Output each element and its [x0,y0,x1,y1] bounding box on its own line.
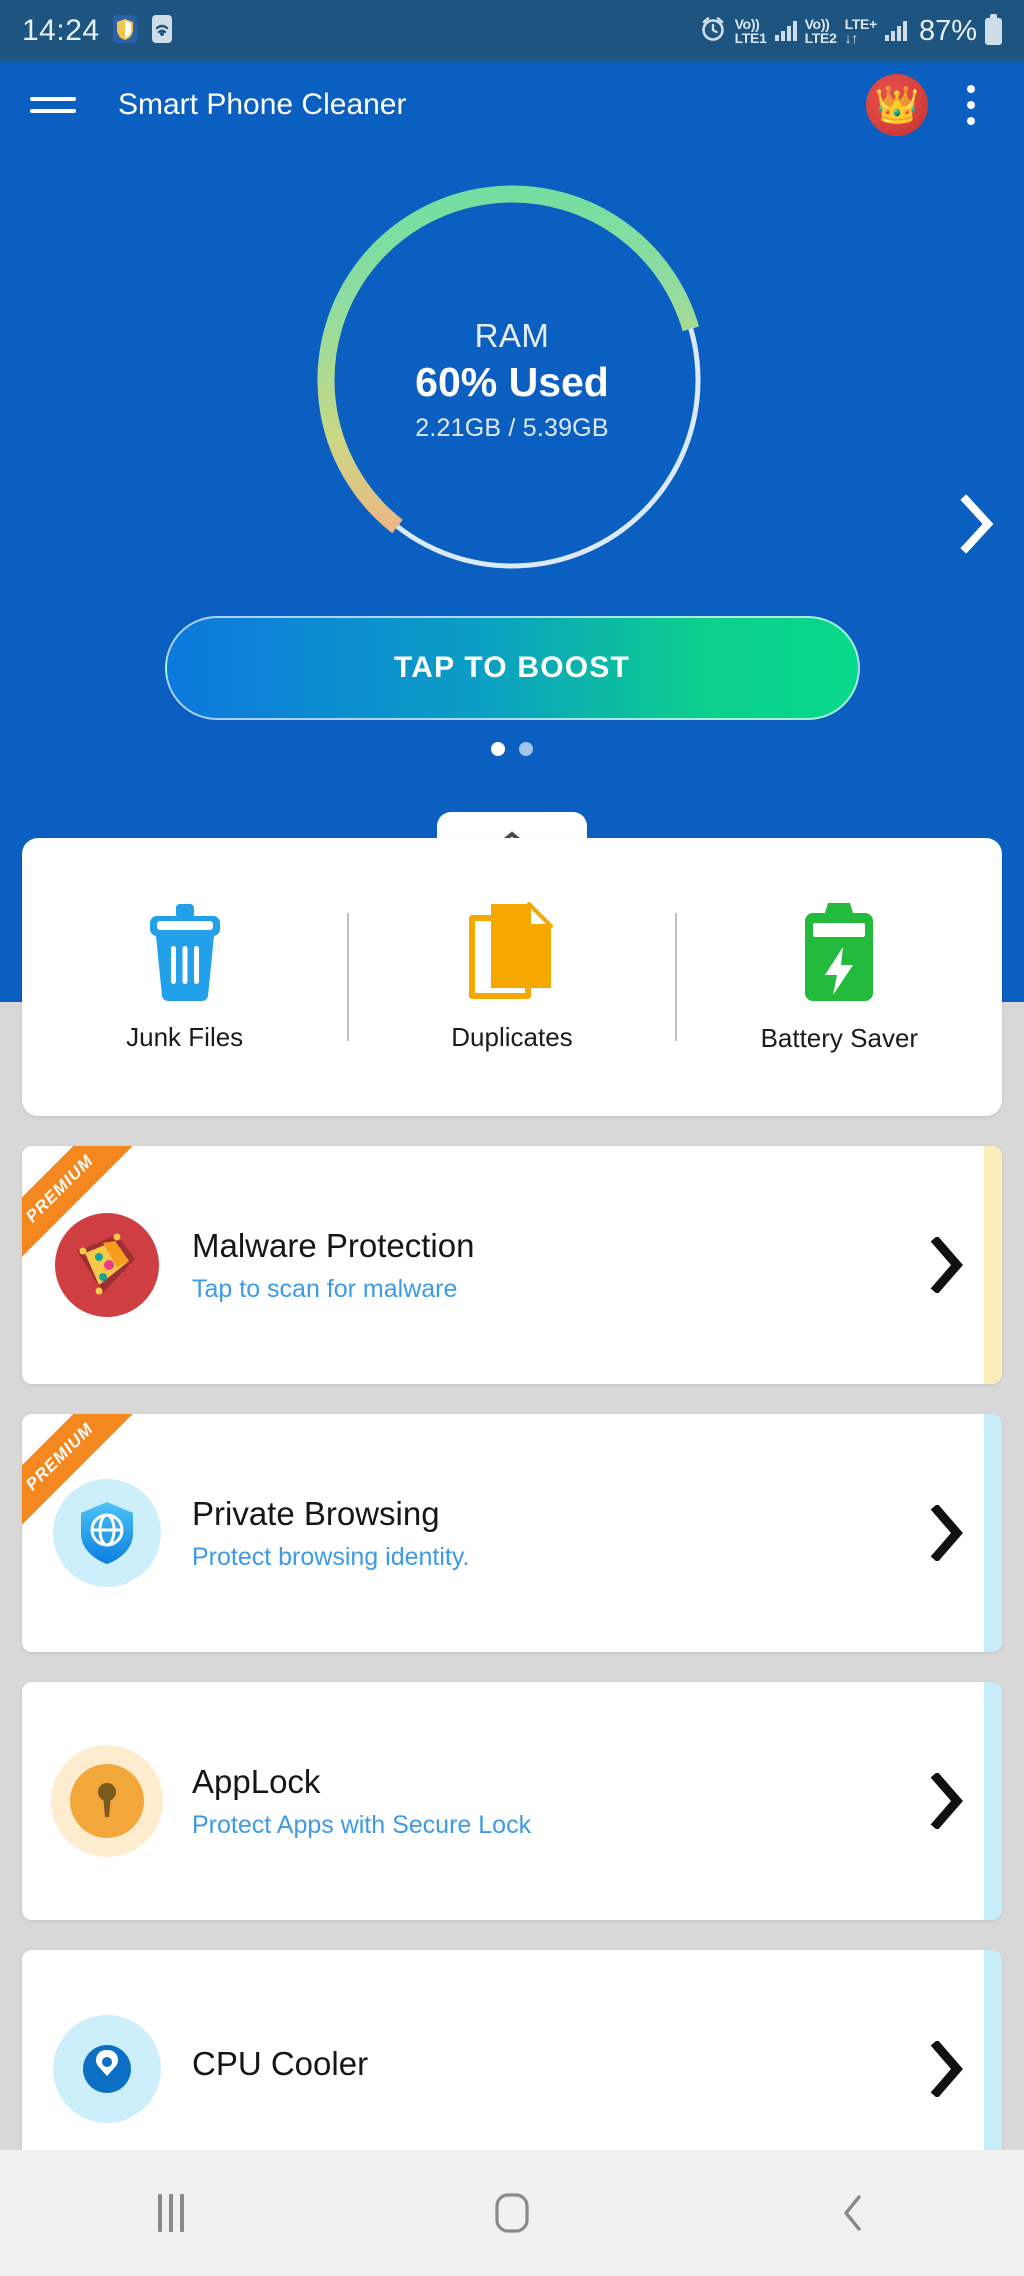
chevron-right-icon [930,1237,963,1293]
main-content: Junk Files Duplicates Battery Saver PREM… [0,838,1024,2188]
feature-subtitle: Protect Apps with Secure Lock [192,1810,532,1839]
status-bar-right: Vo)) LTE1 Vo)) LTE2 LTE+ ↓↑ 87% [699,13,1002,48]
shield-icon [112,14,138,49]
quick-tool-label: Battery Saver [760,1022,919,1053]
recents-icon [157,2194,184,2232]
card-accent-stripe [984,1146,1002,1384]
tap-to-boost-button[interactable]: TAP TO BOOST [164,616,860,720]
home-button[interactable] [452,2168,572,2258]
chevron-right-icon [930,1505,963,1561]
hero-next-page-button[interactable] [954,492,998,556]
battery-icon [985,13,1002,45]
chevron-right-icon [960,494,994,554]
feature-card-private-browsing[interactable]: PREMIUM Private Browsing Protect browsin… [22,1414,1002,1652]
feature-card-malware-protection[interactable]: PREMIUM Malware Protection Tap to scan f… [22,1146,1002,1384]
feature-title: Malware Protection [192,1226,475,1264]
quick-tool-battery-saver[interactable]: Battery Saver [677,901,1002,1054]
quick-tool-label: Junk Files [126,1021,244,1052]
battery-percent-label: 87% [918,14,977,47]
ram-gauge-readout: RAM 60% Used 2.21GB / 5.39GB [302,170,722,590]
recents-button[interactable] [111,2168,231,2258]
quick-tool-duplicates[interactable]: Duplicates [349,901,674,1053]
feature-icon-holder [22,2015,192,2123]
feature-text-block: CPU Cooler [192,2045,892,2093]
sim1-indicator: Vo)) LTE1 [735,17,767,45]
alarm-icon [699,15,727,48]
home-icon [495,2193,529,2233]
battery-bolt-icon [805,902,874,1001]
quick-tool-label: Duplicates [451,1021,573,1052]
sim2-signal-bars-icon [884,21,907,41]
overflow-menu-icon[interactable] [948,85,994,125]
app-bar: Smart Phone Cleaner 👑 [0,62,1024,148]
feature-subtitle: Protect browsing identity. [192,1542,470,1571]
hamburger-menu-icon[interactable] [30,97,76,113]
copy-files-icon [468,901,553,999]
card-accent-stripe [984,1682,1002,1920]
lte-plus-label: LTE+ [844,16,878,32]
feature-title: Private Browsing [192,1494,440,1532]
hero-page-indicator [0,742,1024,756]
status-clock: 14:24 [22,14,100,47]
lte-plus-indicator: LTE+ ↓↑ [844,16,878,46]
feature-icon-holder [22,1745,192,1857]
malware-shield-icon [55,1213,159,1317]
feature-title: AppLock [192,1762,321,1800]
feature-title: CPU Cooler [192,2045,369,2082]
shield-globe-icon [53,1479,161,1587]
status-bar-left: 14:24 [22,14,174,49]
status-bar: 14:24 Vo)) LTE1 Vo)) LTE2 LTE+ ↓↑ 87% [0,0,1024,62]
feature-text-block: AppLock Protect Apps with Secure Lock [192,1763,892,1840]
sim2-indicator: Vo)) LTE2 [805,17,837,45]
android-navigation-bar [0,2150,1024,2276]
back-icon [844,2195,862,2231]
ram-usage-detail: 2.21GB / 5.39GB [415,414,609,442]
card-accent-stripe [984,1414,1002,1652]
trash-icon [149,903,220,1001]
quick-tools-card: Junk Files Duplicates Battery Saver [22,838,1002,1116]
premium-crown-button[interactable]: 👑 [866,74,928,136]
back-button[interactable] [793,2168,913,2258]
sim2-network-label: LTE2 [804,30,837,46]
ram-label: RAM [474,317,550,354]
sim1-signal-bars-icon [774,21,797,41]
ram-percent-used: 60% Used [415,359,609,405]
feature-text-block: Private Browsing Protect browsing identi… [192,1495,892,1572]
padlock-keyhole-icon [51,1745,163,1857]
tap-to-boost-label: TAP TO BOOST [393,651,631,684]
feature-card-applock[interactable]: AppLock Protect Apps with Secure Lock [22,1682,1002,1920]
quick-tool-junk-files[interactable]: Junk Files [22,902,347,1053]
data-transfer-icon: ↓↑ [844,30,859,46]
cpu-cooler-icon [53,2015,161,2123]
feature-subtitle: Tap to scan for malware [192,1274,458,1303]
sim1-volte-label: Vo)) [734,16,760,32]
chevron-right-icon [930,2041,963,2097]
crown-icon: 👑 [874,84,920,125]
chevron-right-icon [930,1773,963,1829]
sim1-network-label: LTE1 [734,30,767,46]
page-dot-inactive[interactable] [519,742,533,756]
ram-gauge: RAM 60% Used 2.21GB / 5.39GB [302,170,722,590]
wifi-icon [150,14,174,49]
page-dot-active[interactable] [491,742,505,756]
feature-text-block: Malware Protection Tap to scan for malwa… [192,1227,892,1304]
sim2-volte-label: Vo)) [804,16,830,32]
page-title: Smart Phone Cleaner [118,88,407,121]
